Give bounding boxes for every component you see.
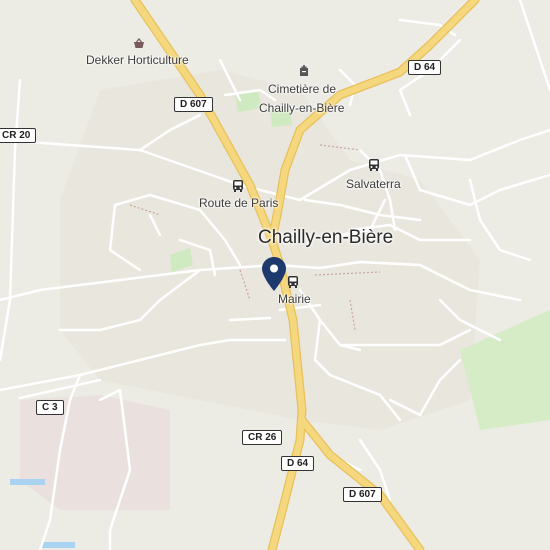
road-shield-c3: C 3 bbox=[36, 400, 64, 415]
poi-label-cemetery-line1[interactable]: Cimetière de bbox=[268, 82, 336, 96]
road-shield-d64-northeast: D 64 bbox=[408, 60, 442, 75]
poi-label-route-de-paris[interactable]: Route de Paris bbox=[199, 196, 278, 210]
road-shield-cr20: CR 20 bbox=[0, 128, 37, 143]
road-shield-d64-south: D 64 bbox=[281, 456, 315, 471]
road-shield-d607-north: D 607 bbox=[174, 97, 213, 112]
poi-label-salvaterra[interactable]: Salvaterra bbox=[346, 177, 401, 191]
road-shield-cr26: CR 26 bbox=[242, 430, 283, 445]
bus-icon[interactable] bbox=[368, 158, 380, 176]
cemetery-icon[interactable] bbox=[298, 64, 310, 82]
map-view[interactable]: Dekker Horticulture Cimetière de Chailly… bbox=[0, 0, 550, 550]
shopping-basket-icon[interactable] bbox=[133, 36, 145, 54]
bus-icon[interactable] bbox=[287, 275, 299, 293]
map-pin-icon[interactable] bbox=[262, 257, 286, 296]
bus-icon[interactable] bbox=[232, 179, 244, 197]
road-shield-d607-south: D 607 bbox=[343, 487, 382, 502]
town-label: Chailly-en-Bière bbox=[258, 227, 394, 248]
poi-label-horticulture[interactable]: Dekker Horticulture bbox=[86, 53, 189, 67]
poi-label-cemetery-line2[interactable]: Chailly-en-Bière bbox=[259, 101, 344, 115]
